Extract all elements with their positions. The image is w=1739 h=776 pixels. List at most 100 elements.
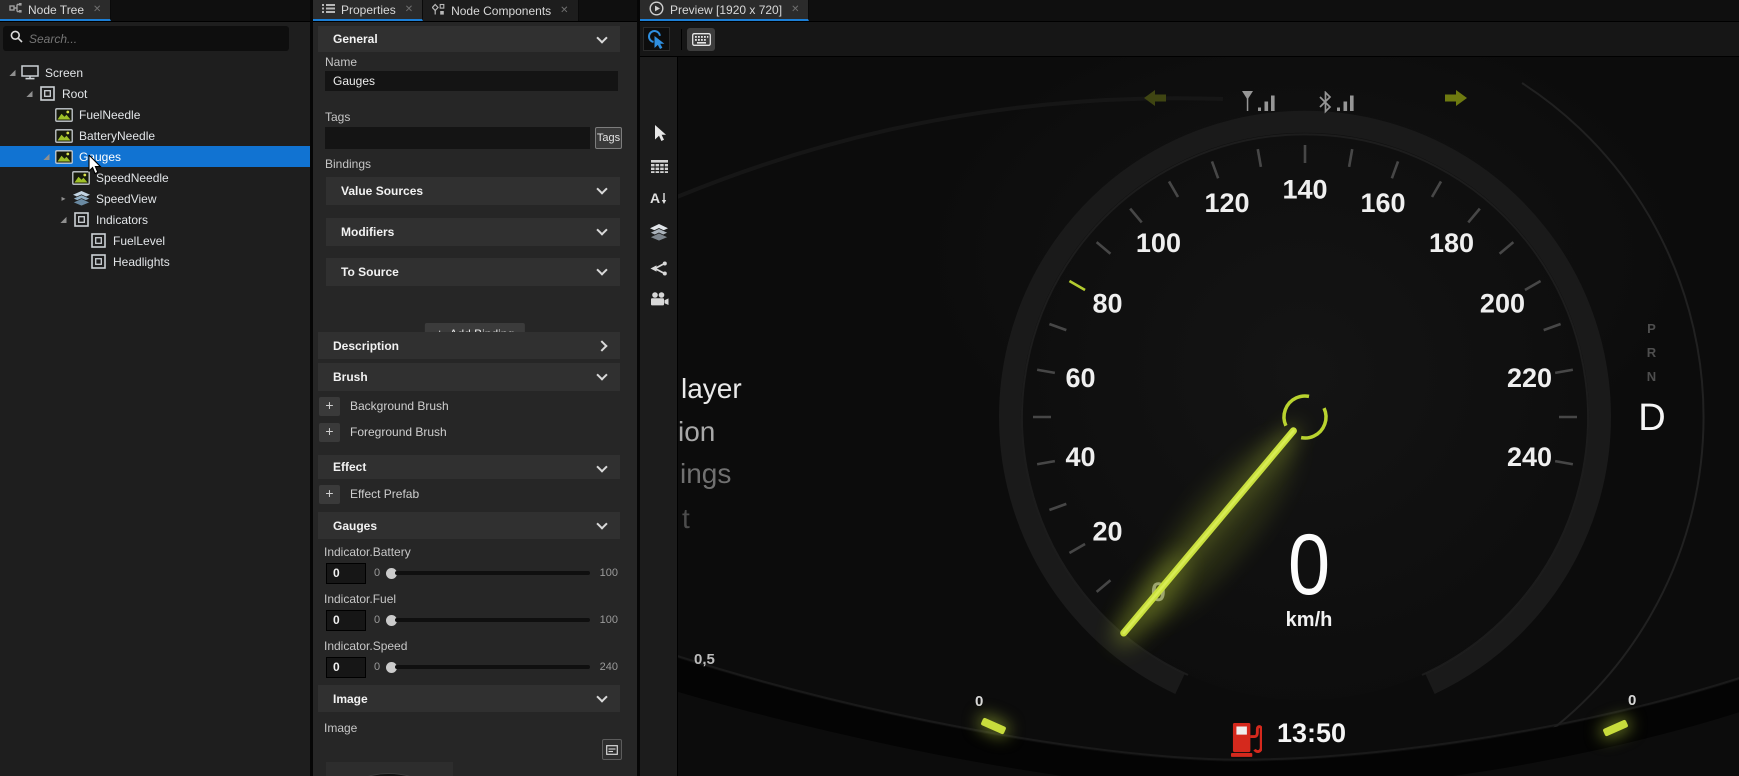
tab-label: Node Components [451, 4, 551, 18]
properties-panel: Properties ✕ Node Components ✕ General N… [313, 0, 637, 776]
tree-expander[interactable]: ◢ [23, 89, 36, 98]
left-gauge-zero: 0 [975, 693, 983, 710]
slider-track[interactable] [395, 665, 590, 669]
empty-node-icon [70, 212, 92, 227]
tree-expander[interactable]: ◢ [57, 215, 70, 224]
chevron-down-icon [596, 32, 607, 43]
properties-content: General Name Tags Tags Bindings Value So… [313, 22, 637, 776]
section-gauges[interactable]: Gauges [318, 512, 620, 539]
add-background-brush-button[interactable]: + [319, 397, 340, 416]
tree-label: FuelNeedle [79, 108, 140, 122]
name-field[interactable] [325, 71, 618, 91]
preview-toolbar [640, 22, 1739, 57]
select-arrow-icon[interactable] [640, 119, 678, 147]
section-brush[interactable]: Brush [318, 363, 620, 391]
tree-label: SpeedNeedle [96, 171, 169, 185]
svg-text:A: A [650, 190, 660, 206]
menu-fragment: t [682, 503, 690, 535]
menu-fragment: ings [680, 458, 731, 490]
slider-indicator-fuel: 00100 [326, 609, 618, 631]
chevron-down-icon [596, 461, 607, 472]
slider-value-field[interactable]: 0 [326, 610, 366, 631]
image-picker-button[interactable] [602, 739, 622, 760]
share-tool-icon[interactable] [640, 254, 678, 282]
tab-label: Properties [341, 3, 396, 17]
group-label: Modifiers [341, 225, 394, 239]
svg-text:160: 160 [1360, 188, 1405, 218]
group-label: Value Sources [341, 184, 423, 198]
layers-tool-icon[interactable] [640, 218, 678, 246]
tree-row-speedneedle[interactable]: SpeedNeedle [0, 167, 310, 188]
svg-text:240: 240 [1507, 442, 1552, 472]
tree-label: Indicators [96, 213, 148, 227]
empty-node-icon [36, 86, 58, 101]
tree-row-batteryneedle[interactable]: BatteryNeedle [0, 125, 310, 146]
tree-row-speedview[interactable]: ▸SpeedView [0, 188, 310, 209]
slider-track[interactable] [395, 571, 590, 575]
tree-row-screen[interactable]: ◢Screen [0, 62, 310, 83]
camera-tool-icon[interactable] [640, 285, 678, 313]
section-image[interactable]: Image [318, 685, 620, 712]
image-node-icon [53, 108, 75, 122]
close-icon[interactable]: ✕ [560, 5, 568, 16]
svg-text:120: 120 [1204, 188, 1249, 218]
toolbar-divider [681, 29, 682, 50]
close-icon[interactable]: ✕ [791, 4, 799, 15]
menu-fragment: layer [681, 373, 742, 405]
tab-label: Node Tree [28, 3, 84, 17]
tree-row-root[interactable]: ◢Root [0, 83, 310, 104]
slider-value-field[interactable]: 0 [326, 563, 366, 584]
tree-expander[interactable]: ◢ [40, 152, 53, 161]
tree-row-fuellevel[interactable]: FuelLevel [0, 230, 310, 251]
tags-button[interactable]: Tags [595, 127, 622, 149]
svg-text:60: 60 [1065, 363, 1095, 393]
tree-row-gauges[interactable]: ◢Gauges [0, 146, 310, 167]
speedometer-dial: 020406080100120140160180200220240 [678, 57, 1739, 776]
add-effect-prefab-button[interactable]: + [319, 485, 340, 504]
row-label: Background Brush [350, 399, 449, 413]
search-input[interactable] [29, 32, 282, 46]
svg-text:80: 80 [1093, 288, 1123, 318]
tree-row-indicators[interactable]: ◢ Indicators [0, 209, 310, 230]
tags-field[interactable] [325, 127, 590, 149]
interact-tool-button[interactable] [643, 27, 670, 51]
tab-node-tree[interactable]: Node Tree ✕ [0, 0, 111, 21]
section-general[interactable]: General [318, 26, 620, 52]
tab-properties[interactable]: Properties ✕ [313, 0, 423, 21]
binding-group-value-sources[interactable]: Value Sources [326, 177, 620, 205]
section-description[interactable]: Description [318, 332, 620, 359]
search-box[interactable] [3, 26, 289, 51]
tree-label: BatteryNeedle [79, 129, 155, 143]
turn-left-icon [1143, 88, 1167, 113]
chevron-down-icon [596, 224, 607, 235]
antenna-signal-icon [1242, 89, 1286, 120]
slider-max: 100 [594, 614, 618, 626]
slider-indicator-speed: 00240 [326, 656, 618, 678]
add-foreground-brush-button[interactable]: + [319, 423, 340, 442]
image-thumbnail[interactable] [326, 762, 453, 776]
binding-group-modifiers[interactable]: Modifiers [326, 218, 620, 246]
keyboard-tool-button[interactable] [687, 28, 715, 51]
tree-expander[interactable]: ▸ [57, 194, 70, 203]
slider-track[interactable] [395, 618, 590, 622]
tree-expander[interactable]: ◢ [6, 68, 19, 77]
text-tool-icon[interactable]: A [640, 184, 678, 212]
section-effect[interactable]: Effect [318, 455, 620, 479]
binding-group-to-source[interactable]: To Source [326, 258, 620, 286]
tab-preview[interactable]: Preview [1920 x 720] ✕ [640, 0, 809, 21]
slider-max: 100 [594, 567, 618, 579]
preview-panel: Preview [1920 x 720] ✕ A [640, 0, 1739, 776]
tags-label: Tags [325, 110, 350, 124]
fuel-pump-icon [1231, 719, 1262, 763]
tree-row-headlights[interactable]: Headlights [0, 251, 310, 272]
svg-text:200: 200 [1480, 288, 1525, 318]
tree-row-fuelneedle[interactable]: FuelNeedle [0, 104, 310, 125]
preview-canvas[interactable]: 020406080100120140160180200220240 layer … [678, 57, 1739, 776]
tab-node-components[interactable]: Node Components ✕ [423, 0, 578, 21]
gear-option: N [1635, 369, 1669, 384]
close-icon[interactable]: ✕ [405, 4, 413, 15]
menu-fragment: ion [678, 416, 715, 448]
slider-value-field[interactable]: 0 [326, 657, 366, 678]
table-icon[interactable] [640, 152, 678, 180]
close-icon[interactable]: ✕ [93, 4, 101, 15]
